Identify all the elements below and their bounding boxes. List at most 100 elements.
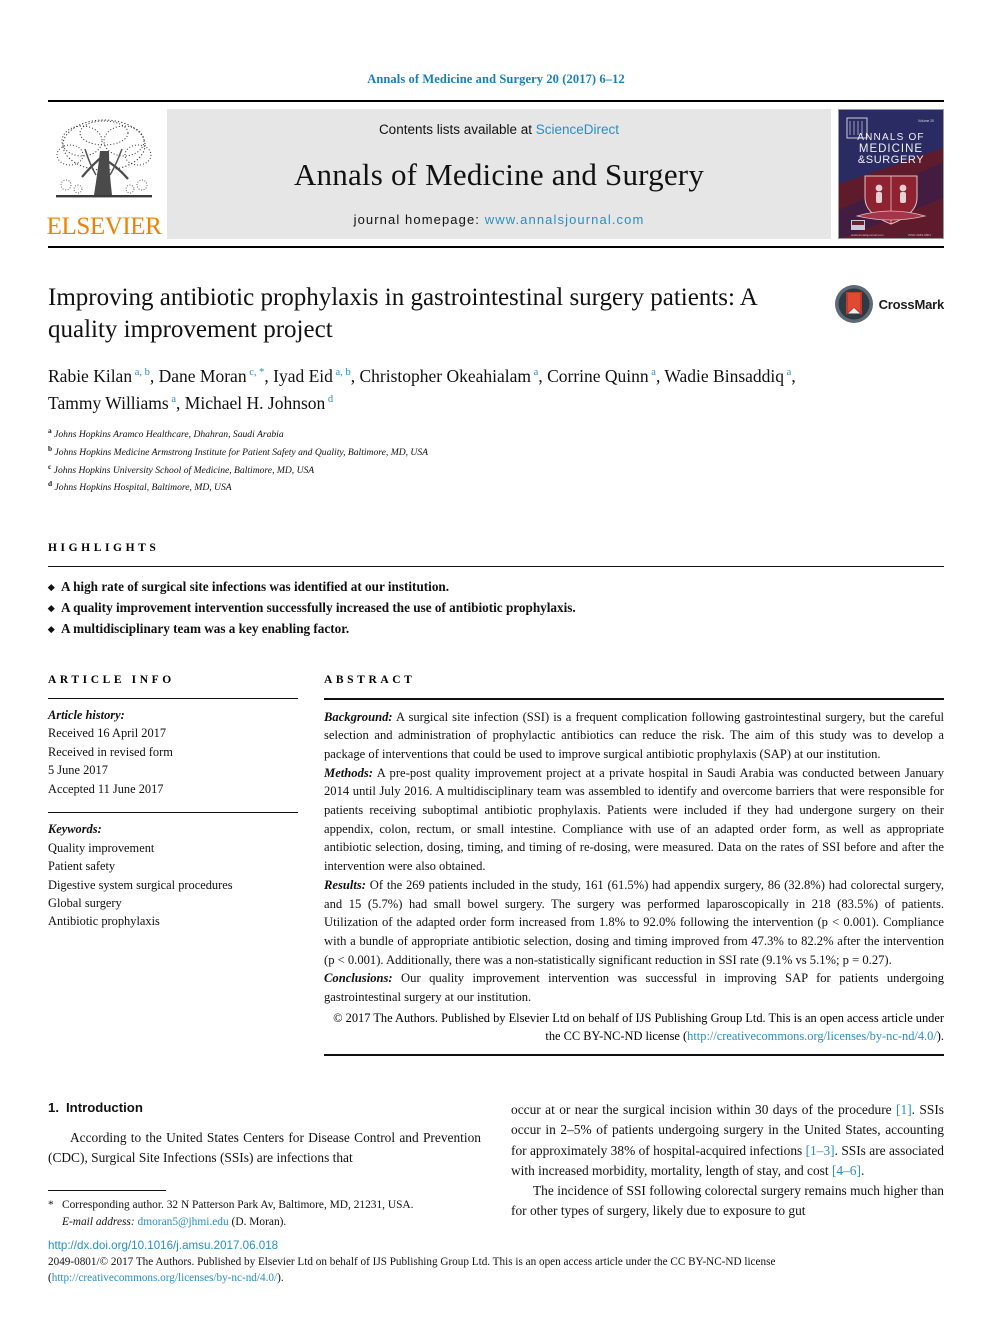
highlights-list: A high rate of surgical site infections … [48, 577, 944, 640]
highlight-item: A quality improvement intervention succe… [48, 598, 944, 619]
footnote-marker: * [48, 1198, 54, 1211]
citation-ref-1[interactable]: [1] [896, 1102, 912, 1117]
footnote-rule [48, 1189, 166, 1191]
author-affiliation-mark: a [784, 367, 792, 379]
author-name: Rabie Kilan [48, 366, 133, 386]
abstract-section: Results: Of the 269 patients included in… [324, 876, 944, 969]
author-affiliation-mark: a [648, 367, 656, 379]
article-info-label: ARTICLE INFO [48, 673, 175, 686]
article-history-lines: Received 16 April 2017 Received in revise… [48, 724, 298, 798]
intro-paragraph-left-text: According to the United States Centers f… [48, 1130, 481, 1166]
keyword-item: Antibiotic prophylaxis [48, 914, 160, 929]
abstract-section-label: Methods: [324, 765, 373, 780]
article-history-block: Article history: Received 16 April 2017 R… [48, 706, 298, 798]
abstract-body: Background: A surgical site infection (S… [324, 708, 944, 1007]
elsevier-tree-icon [56, 119, 152, 198]
footnote-area: * Corresponding author. 32 N Patterson P… [48, 1189, 482, 1231]
elsevier-wordmark: ELSEVIER [46, 213, 162, 240]
author-name: Corrine Quinn [547, 366, 649, 386]
svg-text:ANNALS OF: ANNALS OF [857, 132, 924, 143]
author-name: Michael H. Johnson [184, 392, 326, 413]
affiliation-mark: b [48, 443, 53, 453]
footer-cc-link[interactable]: http://creativecommons.org/licenses/by-n… [52, 1272, 277, 1284]
sciencedirect-link[interactable]: ScienceDirect [536, 122, 619, 137]
affiliation-item: b Johns Hopkins Medicine Armstrong Insti… [48, 443, 429, 459]
article-history-label: Article history: [48, 707, 125, 722]
abstract-section-text: A pre-post quality improvement project a… [324, 765, 944, 874]
footer-issn-tail: ). [277, 1272, 284, 1285]
abstract-section: Methods: A pre-post quality improvement … [324, 764, 944, 876]
highlight-item: A multidisciplinary team was a key enabl… [48, 619, 944, 640]
abstract-section-text: Our quality improvement intervention was… [324, 971, 944, 1004]
author-name: Wadie Binsaddiq [664, 366, 785, 386]
highlight-item: A high rate of surgical site infections … [48, 577, 944, 598]
keyword-item: Patient safety [48, 859, 116, 874]
author-affiliation-mark: c, * [246, 367, 265, 379]
author-affiliation-mark: a, b [332, 367, 351, 379]
abstract-section: Conclusions: Our quality improvement int… [324, 969, 944, 1006]
keyword-item: Quality improvement [48, 840, 155, 855]
journal-masthead: ELSEVIER Contents lists available at Sci… [46, 100, 944, 248]
article-info-divider-2 [48, 812, 298, 814]
page-footer: http://dx.doi.org/10.1016/j.amsu.2017.06… [48, 1239, 944, 1287]
svg-text:ISSN 2049-0801: ISSN 2049-0801 [908, 233, 931, 237]
journal-cover-art: Volume 20 ANNALS OF MEDICINE &SURGERY ww… [839, 110, 943, 238]
author-name: Iyad Eid [273, 366, 333, 386]
info-abstract-row: ARTICLE INFO Article history: Received 1… [48, 674, 944, 1057]
highlights-section: HIGHLIGHTS A high rate of surgical site … [48, 542, 944, 640]
email-suffix: (D. Moran). [228, 1215, 287, 1228]
contents-available-line: Contents lists available at ScienceDirec… [379, 122, 619, 137]
affiliation-mark: c [48, 461, 52, 471]
contents-prefix: Contents lists available at [378, 122, 536, 137]
footer-license-line: 2049-0801/© 2017 The Authors. Published … [48, 1254, 944, 1287]
keywords-lines: Quality improvement Patient safety Digesti… [48, 839, 298, 931]
intro-paragraph-right-2: The incidence of SSI following colorecta… [511, 1181, 944, 1221]
svg-text:www.annalsjournal.com: www.annalsjournal.com [851, 233, 884, 237]
author-affiliation-mark: a [531, 367, 539, 379]
abstract-section-text: A surgical site infection (SSI) is a fre… [324, 709, 944, 762]
journal-band: Contents lists available at ScienceDirec… [167, 109, 831, 239]
keyword-item: Digestive system surgical procedures [48, 877, 233, 892]
abstract-section-label: Conclusions: [324, 971, 393, 986]
homepage-prefix: journal homepage: [353, 212, 485, 227]
article-info-column: ARTICLE INFO Article history: Received 1… [48, 674, 298, 1057]
doi-link[interactable]: http://dx.doi.org/10.1016/j.amsu.2017.06… [48, 1239, 944, 1252]
cc-license-link[interactable]: http://creativecommons.org/licenses/by-n… [687, 1029, 937, 1043]
crossmark-label: CrossMark [878, 296, 945, 312]
affiliation-mark: d [48, 479, 53, 489]
abstract-column: ABSTRACT Background: A surgical site inf… [324, 674, 944, 1057]
email-link[interactable]: dmoran5@jhmi.edu [138, 1216, 229, 1228]
crossmark-badge[interactable]: CrossMark [834, 284, 944, 324]
citation-ref-3[interactable]: [4–6] [832, 1163, 861, 1178]
intro-paragraph-left: According to the United States Centers f… [48, 1128, 481, 1168]
keywords-block: Keywords: Quality improvement Patient saf… [48, 820, 298, 931]
highlights-divider [48, 566, 944, 568]
author-name: Dane Moran [158, 366, 247, 386]
article-history-item: Accepted 11 June 2017 [48, 781, 164, 796]
highlights-label: HIGHLIGHTS [48, 542, 160, 555]
journal-homepage-link[interactable]: www.annalsjournal.com [485, 212, 645, 227]
article-history-item: Received 16 April 2017 [48, 726, 167, 741]
abstract-section-text: Of the 269 patients included in the stud… [324, 877, 944, 967]
author-affiliation-mark: d [325, 393, 334, 405]
copyright-tail: ). [936, 1029, 944, 1043]
abstract-section-label: Results: [324, 877, 366, 892]
journal-homepage-line: journal homepage: www.annalsjournal.com [354, 212, 645, 227]
article-history-item: Received in revised form [48, 744, 173, 759]
abstract-divider [324, 697, 944, 700]
author-list: Rabie Kilan a, b, Dane Moran c, *, Iyad … [48, 366, 796, 413]
running-head: Annals of Medicine and Surgery 20 (2017)… [367, 72, 625, 86]
intro-r1a: occur at or near the surgical incision w… [511, 1102, 897, 1118]
journal-article-page: Annals of Medicine and Surgery 20 (2017)… [0, 0, 992, 1323]
abstract-label: ABSTRACT [324, 673, 416, 686]
section-name: Introduction [66, 1100, 143, 1116]
corresponding-author-text: Corresponding author. 32 N Patterson Par… [62, 1198, 414, 1211]
keyword-item: Global surgery [48, 896, 122, 910]
citation-ref-2[interactable]: [1–3] [806, 1143, 835, 1158]
svg-text:Volume 20: Volume 20 [918, 119, 934, 123]
corresponding-author-footnote: * Corresponding author. 32 N Patterson P… [48, 1197, 482, 1231]
author-name: Tammy Williams [48, 392, 169, 413]
elsevier-logo: ELSEVIER [46, 109, 162, 240]
affiliation-list: a Johns Hopkins Aramco Healthcare, Dhahr… [48, 425, 944, 496]
author-affiliation-mark: a, b [132, 367, 150, 379]
